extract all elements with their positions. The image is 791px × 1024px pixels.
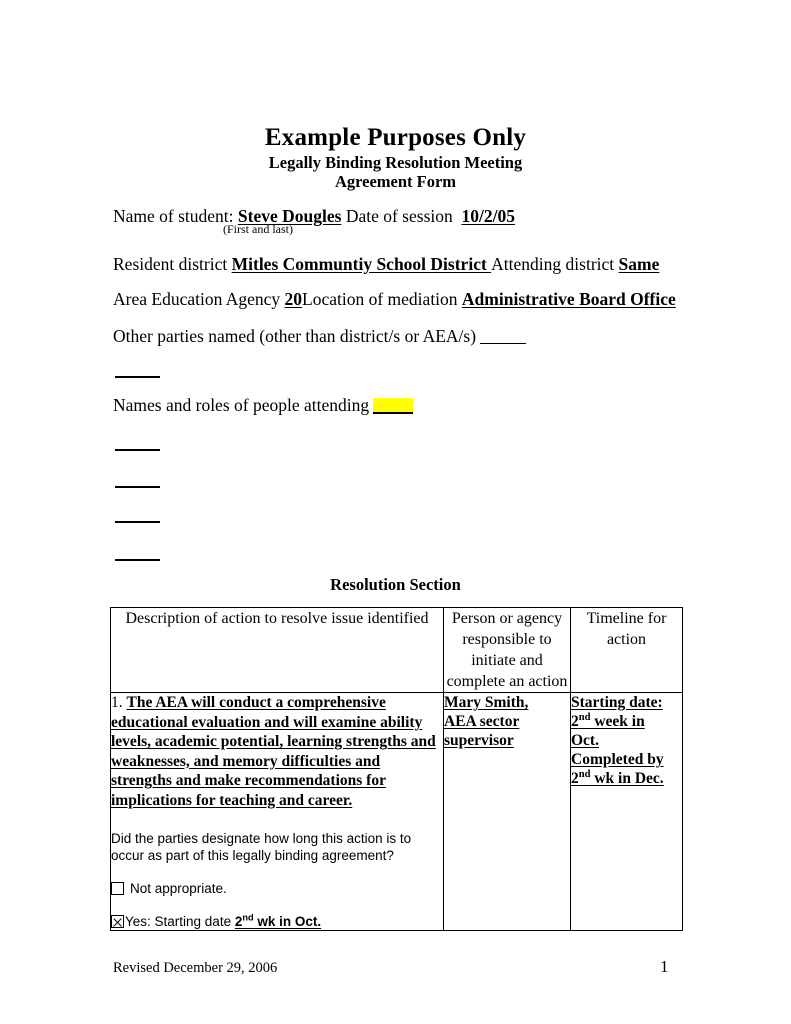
- aea-value[interactable]: 20: [285, 289, 303, 309]
- cell-timeline[interactable]: Starting date: 2nd week in Oct. Complete…: [570, 692, 683, 931]
- option-yes[interactable]: Yes: Starting date 2nd wk in Oct.: [111, 913, 443, 930]
- option-yes-value[interactable]: 2nd wk in Oct.: [235, 912, 322, 929]
- timeline-line-1: Starting date:: [571, 694, 663, 711]
- option-yes-label: Yes: Starting date 2nd wk in Oct.: [125, 913, 321, 930]
- timeline-line-5-ordinal-suffix: nd: [578, 768, 591, 780]
- timeline-line-2: 2nd week in: [571, 712, 682, 731]
- duration-question: Did the parties designate how long this …: [111, 831, 412, 863]
- other-parties-label: Other parties named (other than district…: [113, 326, 477, 346]
- person-line-1: Mary Smith,: [444, 694, 529, 711]
- agency-row: Area Education Agency 20Location of medi…: [113, 288, 676, 310]
- mediation-location-label: Location of mediation: [302, 289, 458, 309]
- column-header-description: Description of action to resolve issue i…: [110, 607, 444, 693]
- timeline-line-2-ordinal-suffix: nd: [578, 711, 591, 723]
- cell-description: 1. The AEA will conduct a comprehensive …: [110, 692, 444, 931]
- option-yes-value-rest: wk in Oct.: [253, 914, 322, 929]
- resident-district-label: Resident district: [113, 254, 228, 274]
- document-subtitle-line-1: Legally Binding Resolution Meeting: [268, 153, 523, 172]
- document-subtitle-line-2: Agreement Form: [334, 172, 457, 191]
- action-number: 1.: [111, 694, 123, 711]
- mediation-location-value[interactable]: Administrative Board Office: [462, 289, 676, 309]
- footer-revised-date: Revised December 29, 2006: [113, 960, 278, 976]
- resident-district-value[interactable]: Mitles Communtiy School District: [232, 254, 492, 274]
- cell-responsible-person[interactable]: Mary Smith, AEA sector supervisor: [443, 692, 571, 931]
- timeline-line-3: Oct.: [571, 732, 599, 749]
- attendees-highlighted-blank-field[interactable]: [373, 398, 414, 414]
- checkbox-unchecked-icon[interactable]: [111, 882, 124, 895]
- session-date-label: Date of session: [345, 206, 453, 226]
- other-parties-blank-field[interactable]: [480, 343, 527, 344]
- attendees-label: Names and roles of people attending: [113, 395, 370, 415]
- student-name-row: Name of student: Steve Dougles Date of s…: [113, 205, 515, 227]
- attendees-row: Names and roles of people attending: [113, 394, 414, 416]
- blank-rule-3[interactable]: [115, 486, 160, 488]
- student-name-hint: (First and last): [223, 222, 293, 236]
- blank-rule-4[interactable]: [115, 521, 160, 523]
- resolution-table: Description of action to resolve issue i…: [110, 607, 683, 931]
- page-title: Example Purposes Only: [264, 124, 527, 151]
- blank-rule-2[interactable]: [115, 449, 160, 451]
- other-parties-row: Other parties named (other than district…: [113, 325, 527, 347]
- timeline-line-2-number: 2: [571, 713, 579, 730]
- timeline-line-2-rest: week in: [590, 713, 645, 730]
- district-row: Resident district Mitles Communtiy Schoo…: [113, 253, 659, 275]
- option-not-appropriate[interactable]: Not appropriate.: [111, 880, 443, 897]
- document-page: Example Purposes Only Legally Binding Re…: [0, 0, 791, 1024]
- student-name-label: Name of student:: [113, 206, 234, 226]
- column-header-person: Person or agency responsible to initiate…: [443, 607, 571, 693]
- option-not-appropriate-label: Not appropriate.: [130, 881, 227, 896]
- resolution-section-heading: Resolution Section: [330, 575, 461, 594]
- timeline-line-5-number: 2: [571, 770, 579, 787]
- checkbox-checked-icon[interactable]: [111, 915, 124, 928]
- blank-rule-5[interactable]: [115, 559, 160, 561]
- action-description-text[interactable]: The AEA will conduct a comprehensive edu…: [111, 694, 436, 809]
- blank-rule-1[interactable]: [115, 376, 160, 378]
- aea-label: Area Education Agency: [113, 289, 281, 309]
- table-header-row: Description of action to resolve issue i…: [110, 607, 683, 693]
- table-row: 1. The AEA will conduct a comprehensive …: [110, 692, 683, 931]
- timeline-line-4: Completed by: [571, 751, 664, 768]
- column-header-timeline: Timeline for action: [570, 607, 683, 693]
- option-yes-prefix: Yes: Starting date: [125, 914, 232, 929]
- person-line-2: AEA sector: [444, 713, 520, 730]
- attending-district-label: Attending district: [491, 254, 615, 274]
- attending-district-value[interactable]: Same: [619, 254, 660, 274]
- action-description: 1. The AEA will conduct a comprehensive …: [111, 693, 443, 810]
- option-yes-value-ordinal-suffix: nd: [242, 912, 254, 923]
- person-line-3: supervisor: [444, 732, 514, 749]
- page-number: 1: [660, 957, 669, 976]
- session-date-value[interactable]: 10/2/05: [462, 206, 515, 226]
- timeline-line-5: 2nd wk in Dec.: [571, 769, 682, 788]
- timeline-line-5-rest: wk in Dec.: [590, 770, 664, 787]
